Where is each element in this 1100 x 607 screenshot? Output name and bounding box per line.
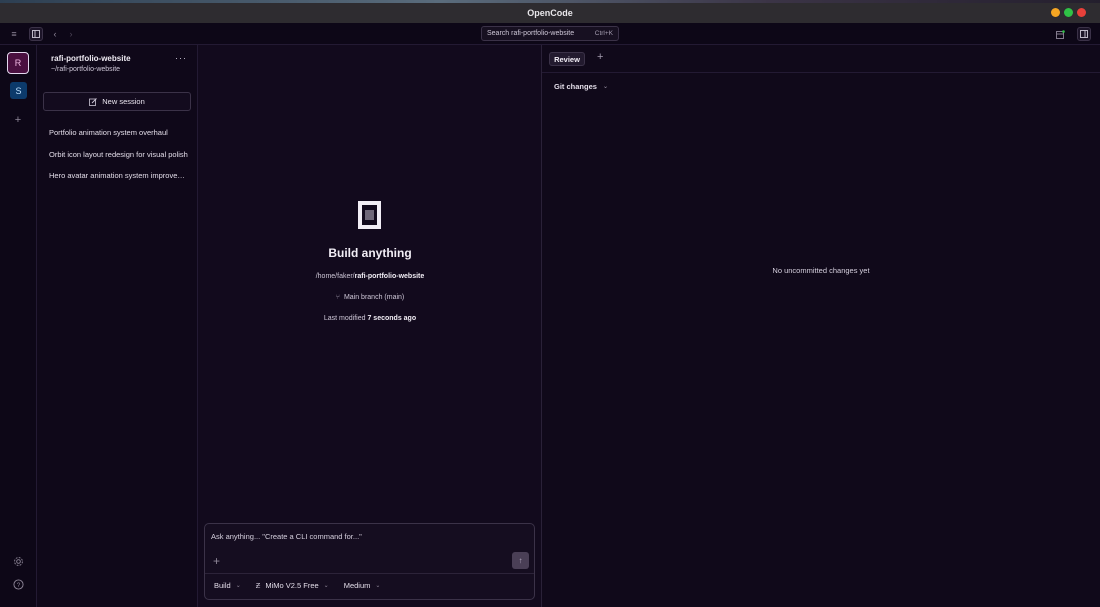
- last-modified-label: Last modified: [323, 315, 368, 322]
- new-session-button[interactable]: New session: [43, 92, 191, 111]
- project-full-path: /home/faker/rafi-portfolio-website: [198, 273, 542, 280]
- new-session-label: New session: [102, 97, 145, 106]
- review-panel-icon[interactable]: [1053, 27, 1067, 41]
- composer-options: Build ⌄ Ƶ MiMo V2.5 Free ⌄ Medium ⌄: [214, 581, 380, 590]
- project-more-icon[interactable]: ···: [175, 53, 187, 63]
- chevron-down-icon: ⌄: [375, 583, 381, 589]
- project-path: ~/rafi-portfolio-website: [51, 66, 121, 73]
- attach-plus-icon[interactable]: +: [213, 554, 220, 568]
- effort-label: Medium: [343, 581, 371, 590]
- add-project-icon[interactable]: +: [11, 113, 25, 127]
- mode-select[interactable]: Build ⌄: [214, 581, 241, 590]
- search-shortcut-hint: Ctrl+K: [594, 30, 613, 37]
- svg-text:?: ?: [16, 581, 20, 588]
- send-arrow-icon[interactable]: ↑: [512, 552, 529, 569]
- project-rail: R S + ?: [0, 45, 37, 607]
- branch-icon: ⑂: [335, 294, 340, 301]
- review-tabs: Review +: [542, 45, 1100, 73]
- window-controls: [1051, 8, 1086, 17]
- branch-name: Main branch (main): [343, 294, 405, 301]
- git-changes-select[interactable]: Git changes ⌄: [554, 82, 608, 91]
- git-changes-label: Git changes: [554, 82, 597, 91]
- close-button[interactable]: [1077, 8, 1086, 17]
- review-panel: Review + Git changes ⌄ No uncommitted ch…: [542, 45, 1100, 607]
- opencode-logo-icon: [358, 201, 381, 229]
- toggle-sidebar-icon[interactable]: [29, 27, 43, 41]
- project-avatar-r[interactable]: R: [7, 52, 29, 74]
- model-label: MiMo V2.5 Free: [265, 581, 319, 590]
- window-title: OpenCode: [527, 8, 573, 18]
- compose-icon: [89, 97, 98, 106]
- add-tab-icon[interactable]: +: [597, 51, 603, 63]
- session-sidebar: rafi-portfolio-website ~/rafi-portfolio-…: [37, 45, 198, 607]
- page-title: Build anything: [328, 246, 412, 260]
- back-arrow-icon[interactable]: ‹: [48, 27, 62, 41]
- app-toolbar: ≡ ‹ › Search rafi-portfolio-website Ctrl…: [0, 23, 1100, 45]
- prompt-input[interactable]: [211, 530, 511, 542]
- chevron-down-icon: ⌄: [602, 84, 608, 90]
- last-modified-value: 7 seconds ago: [367, 315, 417, 322]
- chat-main: Build anything /home/faker/rafi-portfoli…: [198, 45, 542, 607]
- session-item[interactable]: Portfolio animation system overhaul: [49, 128, 189, 150]
- empty-state-message: No uncommitted changes yet: [772, 266, 870, 275]
- path-prefix: /home/faker/: [315, 273, 355, 280]
- project-name: rafi-portfolio-website: [51, 54, 131, 63]
- help-icon[interactable]: ?: [11, 577, 25, 591]
- branch-info: ⑂ Main branch (main): [198, 294, 542, 301]
- path-project: rafi-portfolio-website: [354, 273, 425, 280]
- search-bar-label: Search rafi-portfolio-website: [487, 30, 575, 37]
- composer-input-area: + ↑: [205, 524, 534, 574]
- model-select[interactable]: Ƶ MiMo V2.5 Free ⌄: [256, 581, 329, 590]
- composer: + ↑ Build ⌄ Ƶ MiMo V2.5 Free ⌄ Medium ⌄: [204, 523, 535, 600]
- menu-icon[interactable]: ≡: [7, 27, 21, 41]
- minimize-button[interactable]: [1051, 8, 1060, 17]
- project-avatar-s[interactable]: S: [10, 82, 27, 99]
- effort-select[interactable]: Medium ⌄: [344, 581, 381, 590]
- session-list: Portfolio animation system overhaul Orbi…: [49, 128, 189, 193]
- chevron-down-icon: ⌄: [323, 583, 329, 589]
- last-modified: Last modified 7 seconds ago: [198, 315, 542, 322]
- model-icon: Ƶ: [255, 581, 261, 590]
- forward-arrow-icon[interactable]: ›: [64, 27, 78, 41]
- search-bar[interactable]: Search rafi-portfolio-website Ctrl+K: [481, 26, 619, 41]
- session-item[interactable]: Orbit icon layout redesign for visual po…: [49, 150, 189, 172]
- title-bar: OpenCode: [0, 3, 1100, 23]
- mode-label: Build: [214, 581, 231, 590]
- maximize-button[interactable]: [1064, 8, 1073, 17]
- session-item[interactable]: Hero avatar animation system improvement…: [49, 171, 189, 193]
- toggle-right-panel-icon[interactable]: [1077, 27, 1091, 41]
- settings-gear-icon[interactable]: [11, 554, 25, 568]
- chevron-down-icon: ⌄: [235, 583, 241, 589]
- tab-review[interactable]: Review: [549, 52, 585, 66]
